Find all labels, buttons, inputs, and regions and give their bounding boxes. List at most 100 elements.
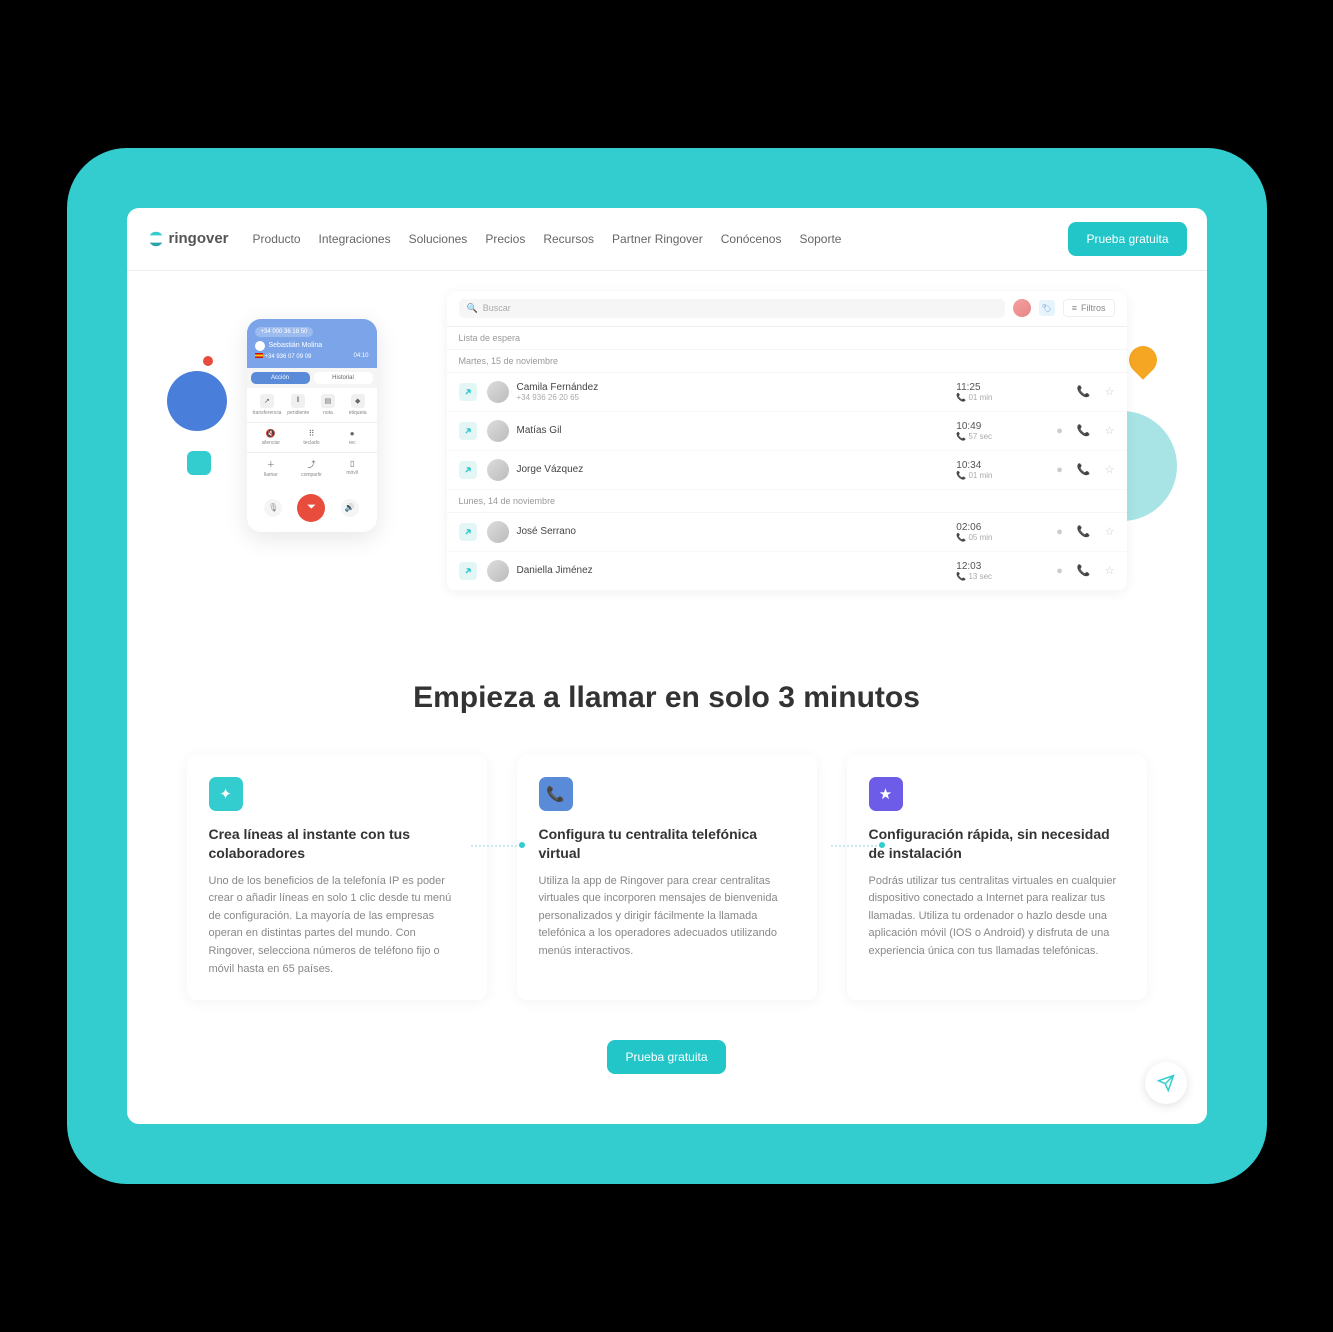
phone-caller-text: Sebastián Molina: [269, 342, 323, 349]
action-hold[interactable]: ‖pendiente: [285, 394, 311, 416]
action-tag[interactable]: ◆etiqueta: [345, 394, 371, 416]
user-avatar[interactable]: [1013, 299, 1031, 317]
call-row[interactable]: Daniella Jiménez12:03📞 13 sec●📞☆: [447, 552, 1127, 591]
call-duration: 📞 01 min: [956, 393, 1046, 402]
phone-timer: 04:10: [353, 353, 368, 360]
search-placeholder: Buscar: [483, 303, 511, 313]
filters-button[interactable]: ≡ Filtros: [1063, 299, 1115, 317]
call-direction-icon: [459, 422, 477, 440]
tag-filter-icon[interactable]: 🏷: [1039, 300, 1055, 316]
star-icon[interactable]: ☆: [1105, 463, 1115, 476]
action-note[interactable]: ▤nota: [315, 394, 341, 416]
star-icon[interactable]: ☆: [1105, 424, 1115, 437]
brand-text: ringover: [169, 230, 229, 247]
call-direction-icon: [459, 523, 477, 541]
call-direction-icon: [459, 461, 477, 479]
click-icon: ✦: [209, 777, 243, 811]
nav-conocenos[interactable]: Conócenos: [721, 232, 782, 246]
call-direction-icon: [459, 383, 477, 401]
page-container: ringover Producto Integraciones Solucion…: [127, 208, 1207, 1124]
phone-badge: +34 000 36 18 50: [255, 327, 314, 337]
control-call[interactable]: ＋llamar: [253, 459, 290, 478]
control-share[interactable]: ⤴compartir: [293, 459, 330, 478]
nav-soporte[interactable]: Soporte: [799, 232, 841, 246]
caller-name: Jorge Vázquez: [517, 464, 584, 475]
control-mute[interactable]: 🔇silenciar: [253, 429, 290, 446]
caller-name: Matías Gil: [517, 425, 562, 436]
nav-integraciones[interactable]: Integraciones: [319, 232, 391, 246]
action-transfer[interactable]: ↗transferencia: [253, 394, 282, 416]
nav-partner[interactable]: Partner Ringover: [612, 232, 703, 246]
phone-actions-row1: ↗transferencia ‖pendiente ▤nota ◆etiquet…: [247, 388, 377, 422]
status-dot-icon: ●: [1056, 464, 1063, 476]
call-back-icon[interactable]: 📞: [1077, 564, 1091, 577]
call-duration: 📞 05 min: [956, 533, 1046, 542]
star-icon: ★: [869, 777, 903, 811]
call-row[interactable]: Camila Fernández+34 936 26 20 65 11:25📞 0…: [447, 373, 1127, 412]
trial-button-bottom[interactable]: Prueba gratuita: [607, 1040, 725, 1074]
caller-avatar: [487, 521, 509, 543]
call-actions: ● 📞 ☆: [1056, 525, 1114, 538]
outer-frame: ringover Producto Integraciones Solucion…: [67, 148, 1267, 1184]
mic-button[interactable]: 🎙: [264, 499, 282, 517]
card-description: Podrás utilizar tus centralitas virtuale…: [869, 873, 1125, 961]
decoration-square: [187, 451, 211, 475]
caller-name: Camila Fernández: [517, 382, 599, 393]
waitlist-label: Lista de espera: [447, 327, 1127, 350]
flag-icon: [255, 353, 263, 358]
caller-number: +34 936 26 20 65: [517, 393, 599, 402]
nav-soluciones[interactable]: Soluciones: [409, 232, 468, 246]
nav-precios[interactable]: Precios: [485, 232, 525, 246]
trial-button[interactable]: Prueba gratuita: [1068, 222, 1186, 256]
search-input[interactable]: 🔍 Buscar: [459, 299, 1005, 318]
search-icon: 🔍: [467, 303, 478, 314]
status-dot-icon: ●: [1056, 526, 1063, 538]
nav-recursos[interactable]: Recursos: [543, 232, 594, 246]
call-back-icon[interactable]: 📞: [1077, 463, 1091, 476]
star-icon[interactable]: ☆: [1105, 385, 1115, 398]
nav-producto[interactable]: Producto: [253, 232, 301, 246]
connector-line: [831, 845, 881, 847]
speaker-button[interactable]: 🔊: [341, 499, 359, 517]
logo[interactable]: ringover: [147, 230, 229, 248]
phone-number-row: +34 936 07 09 09 04:10: [255, 353, 369, 360]
tab-accion[interactable]: Acción: [251, 372, 310, 384]
control-mobile[interactable]: ▯móvil: [334, 459, 371, 478]
filters-label: Filtros: [1081, 303, 1106, 313]
control-keypad[interactable]: ⠿teclado: [293, 429, 330, 446]
control-rec[interactable]: ●rec: [334, 429, 371, 446]
tab-historial[interactable]: Historial: [314, 372, 373, 384]
call-row[interactable]: José Serrano02:06📞 05 min●📞☆: [447, 513, 1127, 552]
date-section-label: Martes, 15 de noviembre: [447, 350, 1127, 373]
call-back-icon[interactable]: 📞: [1077, 385, 1091, 398]
main-nav: Producto Integraciones Soluciones Precio…: [253, 232, 1069, 246]
call-back-icon[interactable]: 📞: [1077, 424, 1091, 437]
call-person: Camila Fernández+34 936 26 20 65: [487, 381, 947, 403]
star-icon[interactable]: ☆: [1105, 525, 1115, 538]
call-row[interactable]: Matías Gil10:49📞 57 sec●📞☆: [447, 412, 1127, 451]
call-actions: ●📞☆: [1056, 385, 1114, 398]
call-back-icon[interactable]: 📞: [1077, 525, 1091, 538]
call-direction-icon: [459, 562, 477, 580]
star-icon[interactable]: ☆: [1105, 564, 1115, 577]
call-duration: 📞 01 min: [956, 471, 1046, 480]
feature-cards: ✦ Crea líneas al instante con tus colabo…: [127, 755, 1207, 1040]
card-title: Configura tu centralita telefónica virtu…: [539, 825, 795, 863]
end-call-button[interactable]: ⏷: [297, 494, 325, 522]
bottom-cta: Prueba gratuita: [127, 1040, 1207, 1124]
caller-name: Daniella Jiménez: [517, 565, 593, 576]
call-actions: ● 📞 ☆: [1056, 463, 1114, 476]
decoration-circle: [167, 371, 227, 431]
call-log-header: 🔍 Buscar 🏷 ≡ Filtros: [447, 291, 1127, 327]
status-dot-icon: ●: [1056, 425, 1063, 437]
connector-line: [471, 845, 521, 847]
header: ringover Producto Integraciones Solucion…: [127, 208, 1207, 271]
decoration-dot: [203, 356, 213, 366]
call-row[interactable]: Jorge Vázquez 10:34📞 01 min ● 📞 ☆: [447, 451, 1127, 490]
phone-avatar: [255, 341, 265, 351]
call-time: 12:03📞 13 sec: [956, 561, 1046, 581]
scroll-top-button[interactable]: [1145, 1062, 1187, 1104]
call-time: 11:25📞 01 min: [956, 382, 1046, 402]
call-time: 10:34📞 01 min: [956, 460, 1046, 480]
decoration-orange: [1123, 340, 1163, 380]
